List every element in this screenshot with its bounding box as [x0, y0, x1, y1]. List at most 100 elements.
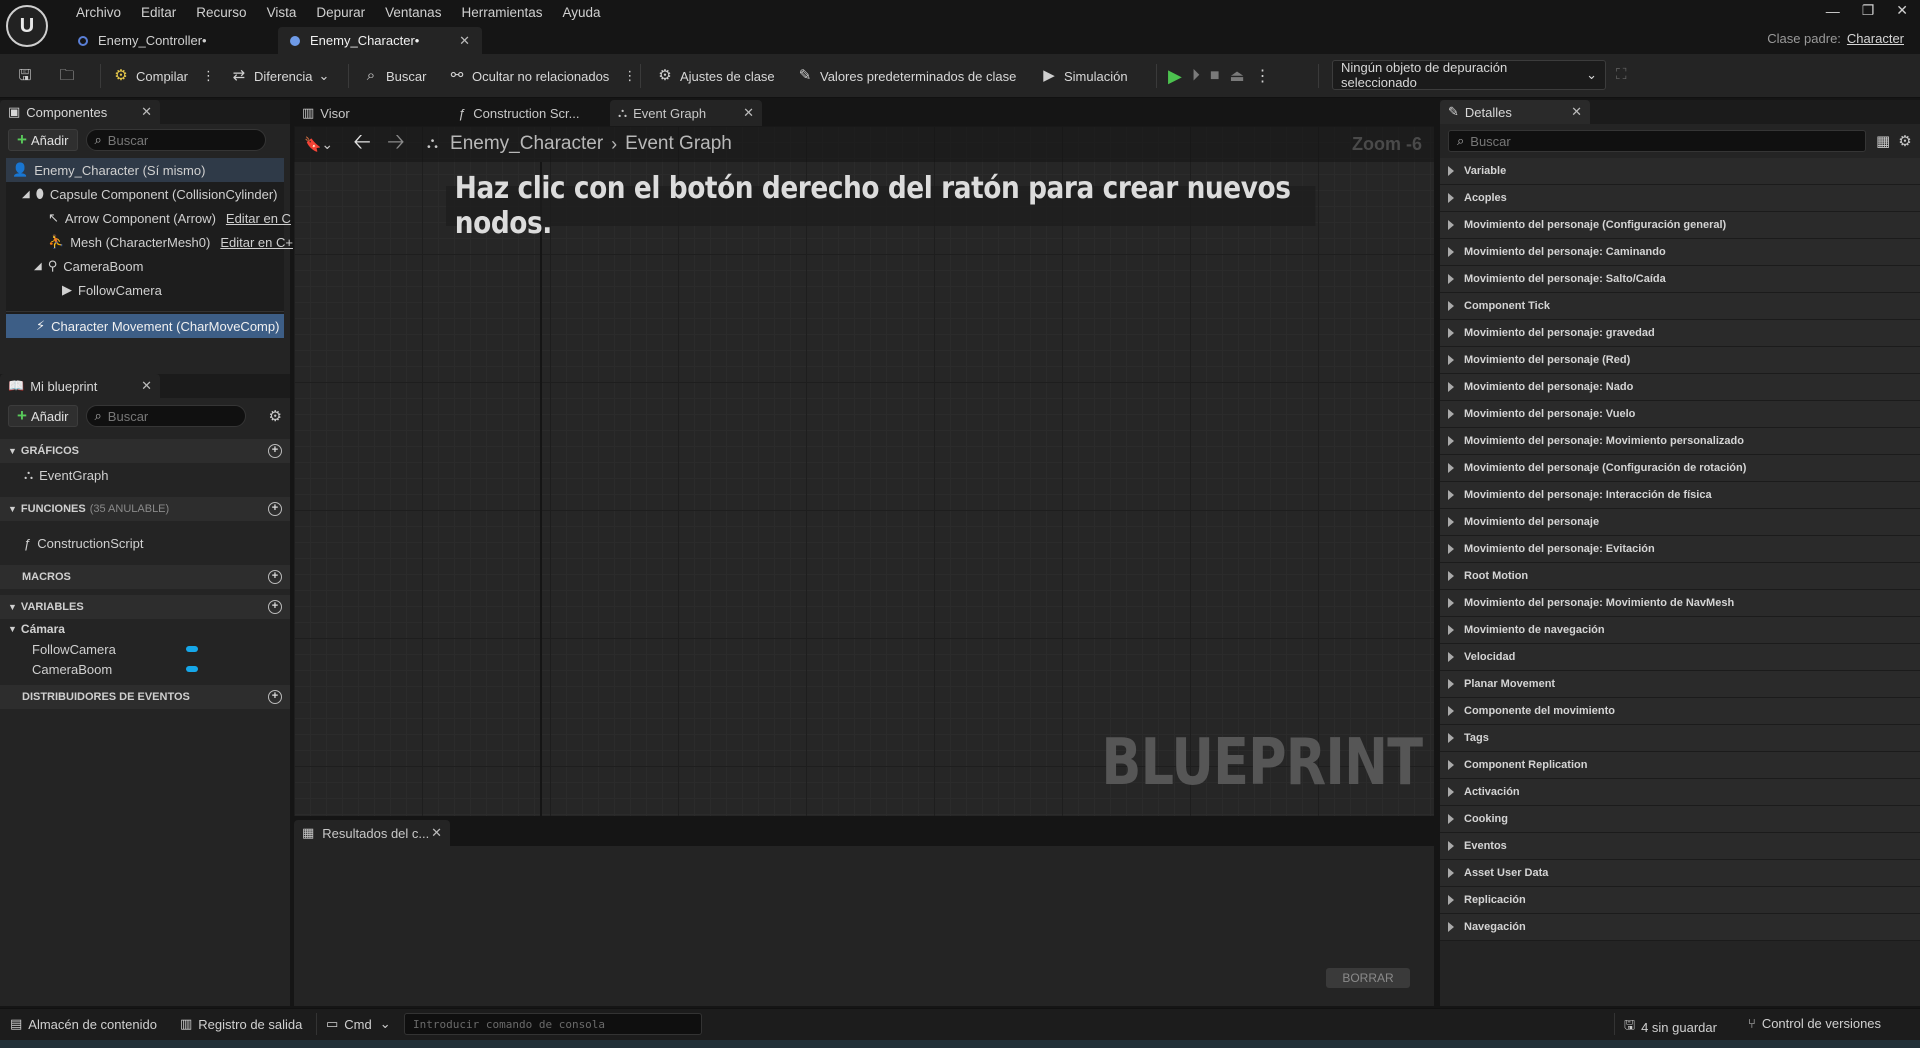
- details-category-row[interactable]: Variable: [1440, 158, 1920, 185]
- output-log-button[interactable]: ▥ Registro de salida: [180, 1016, 302, 1032]
- details-category-row[interactable]: Movimiento del personaje: Movimiento per…: [1440, 428, 1920, 455]
- tab-componentes[interactable]: ▣ Componentes ✕: [0, 100, 160, 124]
- close-icon[interactable]: ✕: [141, 104, 152, 120]
- tree-item-mesh[interactable]: ⛹ Mesh (CharacterMesh0) Editar en C+: [6, 230, 293, 254]
- edit-in-cpp-link[interactable]: Editar en C+: [220, 235, 293, 250]
- item-eventgraph[interactable]: ⛬ EventGraph: [0, 463, 290, 487]
- stop-icon[interactable]: ■: [1210, 67, 1220, 85]
- details-category-row[interactable]: Componente del movimiento: [1440, 698, 1920, 725]
- close-icon[interactable]: ✕: [141, 378, 152, 394]
- tree-item-arrow[interactable]: ↖ Arrow Component (Arrow) Editar en C: [6, 206, 291, 230]
- details-category-row[interactable]: Component Tick: [1440, 293, 1920, 320]
- add-macro-icon[interactable]: +: [268, 570, 282, 584]
- details-search-input[interactable]: ⌕ Buscar: [1448, 130, 1866, 152]
- details-category-row[interactable]: Acoples: [1440, 185, 1920, 212]
- menu-editar[interactable]: Editar: [131, 5, 186, 20]
- components-search-input[interactable]: ⌕ Buscar: [85, 129, 266, 151]
- more-options-icon[interactable]: ⋮: [623, 68, 636, 84]
- save-button[interactable]: 🖫: [16, 64, 40, 88]
- category-graphs[interactable]: ▼ GRÁFICOS +: [0, 439, 290, 463]
- class-defaults-button[interactable]: ✎ Valores predeterminados de clase: [796, 64, 1017, 88]
- tab-construction-script[interactable]: ƒ Construction Scr...: [450, 100, 610, 126]
- find-button[interactable]: ⌕ Buscar: [362, 64, 427, 88]
- add-dispatcher-icon[interactable]: +: [268, 690, 282, 704]
- add-variable-icon[interactable]: +: [268, 600, 282, 614]
- compile-button[interactable]: ⚙ Compilar ⋮: [112, 64, 215, 88]
- unsaved-button[interactable]: 🖫 4 sin guardar: [1624, 1016, 1717, 1038]
- tree-item-cameraboom[interactable]: ◢ ⚲ CameraBoom: [6, 254, 284, 278]
- bookmark-icon[interactable]: 🔖⌄: [304, 136, 333, 153]
- play-icon[interactable]: ▶: [1168, 66, 1182, 87]
- category-variables[interactable]: ▼ VARIABLES +: [0, 595, 290, 619]
- details-category-row[interactable]: Movimiento de navegación: [1440, 617, 1920, 644]
- variable-category-camera[interactable]: ▼ Cámara: [0, 619, 290, 639]
- menu-herramientas[interactable]: Herramientas: [451, 5, 552, 20]
- variable-cameraboom[interactable]: CameraBoom: [0, 659, 290, 679]
- menu-depurar[interactable]: Depurar: [306, 5, 375, 20]
- details-category-row[interactable]: Replicación: [1440, 887, 1920, 914]
- debug-object-select[interactable]: Ningún objeto de depuración seleccionado…: [1332, 60, 1606, 90]
- menu-ayuda[interactable]: Ayuda: [552, 5, 610, 20]
- variable-followcamera[interactable]: FollowCamera: [0, 639, 290, 659]
- details-category-row[interactable]: Tags: [1440, 725, 1920, 752]
- tree-item-self[interactable]: 👤 Enemy_Character (Sí mismo): [6, 158, 284, 182]
- forward-arrow-icon[interactable]: 🡢: [387, 126, 405, 163]
- details-category-row[interactable]: Movimiento del personaje: Nado: [1440, 374, 1920, 401]
- close-window-icon[interactable]: ✕: [1896, 2, 1908, 19]
- content-browser-button[interactable]: ▤ Almacén de contenido: [10, 1016, 157, 1032]
- details-category-row[interactable]: Movimiento del personaje (Configuración …: [1440, 212, 1920, 239]
- browse-button[interactable]: 🗀: [58, 64, 82, 88]
- unreal-logo-icon[interactable]: U: [6, 5, 48, 47]
- clear-button[interactable]: BORRAR: [1326, 968, 1410, 988]
- details-category-row[interactable]: Navegación: [1440, 914, 1920, 941]
- gear-icon[interactable]: ⚙: [269, 407, 282, 425]
- step-icon[interactable]: ⏵: [1192, 67, 1200, 85]
- details-category-row[interactable]: Asset User Data: [1440, 860, 1920, 887]
- details-category-row[interactable]: Planar Movement: [1440, 671, 1920, 698]
- details-category-row[interactable]: Eventos: [1440, 833, 1920, 860]
- category-macros[interactable]: MACROS +: [0, 565, 290, 589]
- diff-button[interactable]: ⇄ Diferencia ⌄: [230, 64, 330, 88]
- add-function-icon[interactable]: +: [268, 502, 282, 516]
- add-member-button[interactable]: + Añadir: [8, 405, 78, 427]
- details-category-row[interactable]: Movimiento del personaje: Movimiento de …: [1440, 590, 1920, 617]
- details-category-row[interactable]: Cooking: [1440, 806, 1920, 833]
- table-view-icon[interactable]: ▦: [1876, 132, 1890, 150]
- details-category-row[interactable]: Activación: [1440, 779, 1920, 806]
- console-command-input[interactable]: Introducir comando de consola: [404, 1013, 702, 1035]
- details-category-row[interactable]: Movimiento del personaje: Vuelo: [1440, 401, 1920, 428]
- close-icon[interactable]: ✕: [743, 105, 754, 121]
- details-category-row[interactable]: Movimiento del personaje (Configuración …: [1440, 455, 1920, 482]
- my-blueprint-search-input[interactable]: ⌕ Buscar: [85, 405, 246, 427]
- menu-recurso[interactable]: Recurso: [186, 5, 256, 20]
- eject-icon[interactable]: ⏏: [1230, 66, 1245, 86]
- tree-item-capsule[interactable]: ◢ ⬮ Capsule Component (CollisionCylinder…: [6, 182, 284, 206]
- add-graph-icon[interactable]: +: [268, 444, 282, 458]
- details-category-row[interactable]: Movimiento del personaje: Interacción de…: [1440, 482, 1920, 509]
- class-settings-button[interactable]: ⚙ Ajustes de clase: [656, 64, 774, 88]
- version-control-button[interactable]: ⑂ Control de versiones: [1748, 1016, 1881, 1031]
- tab-event-graph[interactable]: ⛬ Event Graph ✕: [610, 100, 762, 126]
- parent-class-link[interactable]: Character: [1847, 31, 1904, 46]
- minimize-icon[interactable]: —: [1826, 3, 1840, 19]
- item-constructionscript[interactable]: ƒ ConstructionScript: [0, 531, 290, 555]
- doc-tab-enemy-character[interactable]: Enemy_Character• ✕: [278, 27, 482, 54]
- menu-archivo[interactable]: Archivo: [66, 5, 131, 20]
- details-category-row[interactable]: Movimiento del personaje: Salto/Caída: [1440, 266, 1920, 293]
- add-component-button[interactable]: + Añadir: [8, 129, 78, 151]
- close-icon[interactable]: ✕: [459, 33, 470, 49]
- tree-item-character-movement[interactable]: ⚡ Character Movement (CharMoveComp): [6, 314, 284, 338]
- close-icon[interactable]: ✕: [1571, 104, 1582, 120]
- details-category-row[interactable]: Velocidad: [1440, 644, 1920, 671]
- menu-ventanas[interactable]: Ventanas: [375, 5, 451, 20]
- more-options-icon[interactable]: ⋮: [202, 68, 215, 84]
- details-category-row[interactable]: Movimiento del personaje: Evitación: [1440, 536, 1920, 563]
- category-event-dispatchers[interactable]: DISTRIBUIDORES DE EVENTOS +: [0, 685, 290, 709]
- tab-mi-blueprint[interactable]: 📖 Mi blueprint ✕: [0, 374, 160, 398]
- debug-filter-icon[interactable]: ⛶: [1616, 66, 1627, 83]
- category-functions[interactable]: ▼ FUNCIONES (35 ANULABLE) +: [0, 497, 290, 521]
- graph-canvas[interactable]: 🔖⌄ 🡠 🡢 ⛬ Enemy_Character › Event Graph Z…: [294, 126, 1434, 816]
- details-category-row[interactable]: Root Motion: [1440, 563, 1920, 590]
- details-category-row[interactable]: Movimiento del personaje: gravedad: [1440, 320, 1920, 347]
- more-options-icon[interactable]: ⋮: [1255, 66, 1271, 86]
